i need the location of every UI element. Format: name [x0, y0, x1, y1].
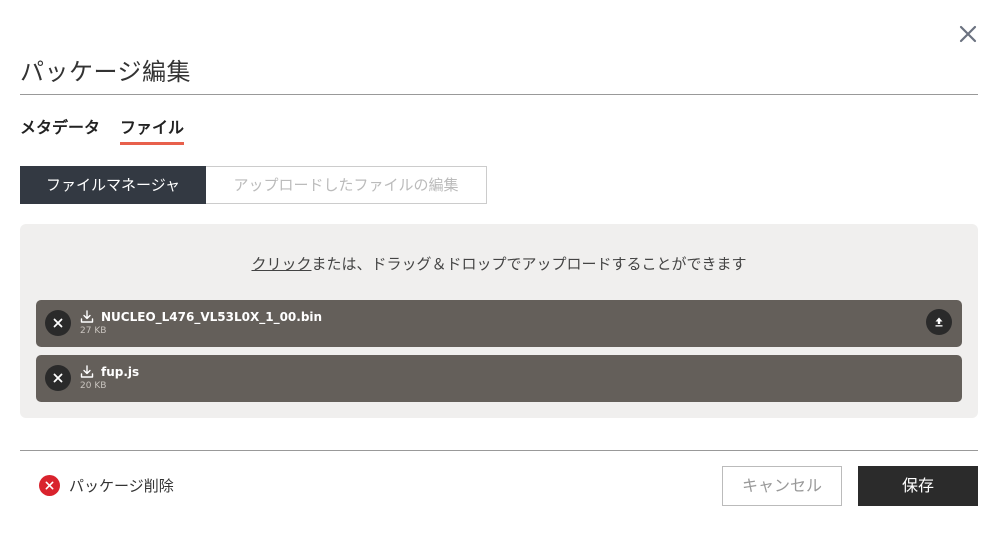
- delete-package-button[interactable]: パッケージ削除: [39, 475, 174, 496]
- remove-icon: [53, 318, 63, 328]
- file-item: NUCLEO_L476_VL53L0X_1_00.bin 27 KB: [36, 300, 962, 347]
- file-size: 27 KB: [80, 326, 107, 336]
- dropzone-hint: クリックまたは、ドラッグ＆ドロップでアップロードすることができます: [20, 253, 978, 274]
- sub-tabs: ファイルマネージャ アップロードしたファイルの編集: [20, 166, 487, 204]
- download-icon[interactable]: [80, 310, 94, 324]
- upload-icon: [935, 317, 943, 327]
- file-item: fup.js 20 KB: [36, 355, 962, 402]
- tab-files[interactable]: ファイル: [120, 114, 185, 145]
- delete-circle-icon: [39, 475, 60, 496]
- file-name: fup.js: [101, 365, 140, 379]
- click-to-upload-link[interactable]: クリック: [251, 255, 311, 273]
- dialog-title: パッケージ編集: [20, 58, 192, 86]
- dropzone-hint-text: または、ドラッグ＆ドロップでアップロードすることができます: [311, 255, 747, 273]
- subtab-edit-uploaded-files[interactable]: アップロードしたファイルの編集: [206, 166, 487, 204]
- subtab-file-manager[interactable]: ファイルマネージャ: [20, 166, 206, 204]
- remove-file-button[interactable]: [45, 310, 71, 336]
- file-name: NUCLEO_L476_VL53L0X_1_00.bin: [101, 310, 323, 324]
- close-button[interactable]: [956, 22, 980, 46]
- upload-file-button[interactable]: [926, 309, 952, 335]
- cancel-button[interactable]: キャンセル: [722, 466, 842, 506]
- file-size: 20 KB: [80, 381, 107, 391]
- close-icon: [959, 25, 977, 43]
- remove-icon: [53, 373, 63, 383]
- remove-file-button[interactable]: [45, 365, 71, 391]
- main-tabs: メタデータ ファイル: [20, 114, 185, 145]
- title-divider: [20, 94, 978, 95]
- footer-divider: [20, 450, 978, 451]
- tab-metadata[interactable]: メタデータ: [20, 114, 100, 145]
- delete-package-label: パッケージ削除: [69, 477, 174, 495]
- save-button[interactable]: 保存: [858, 466, 978, 506]
- download-icon[interactable]: [80, 365, 94, 379]
- file-dropzone[interactable]: クリックまたは、ドラッグ＆ドロップでアップロードすることができます NUCLEO…: [20, 224, 978, 418]
